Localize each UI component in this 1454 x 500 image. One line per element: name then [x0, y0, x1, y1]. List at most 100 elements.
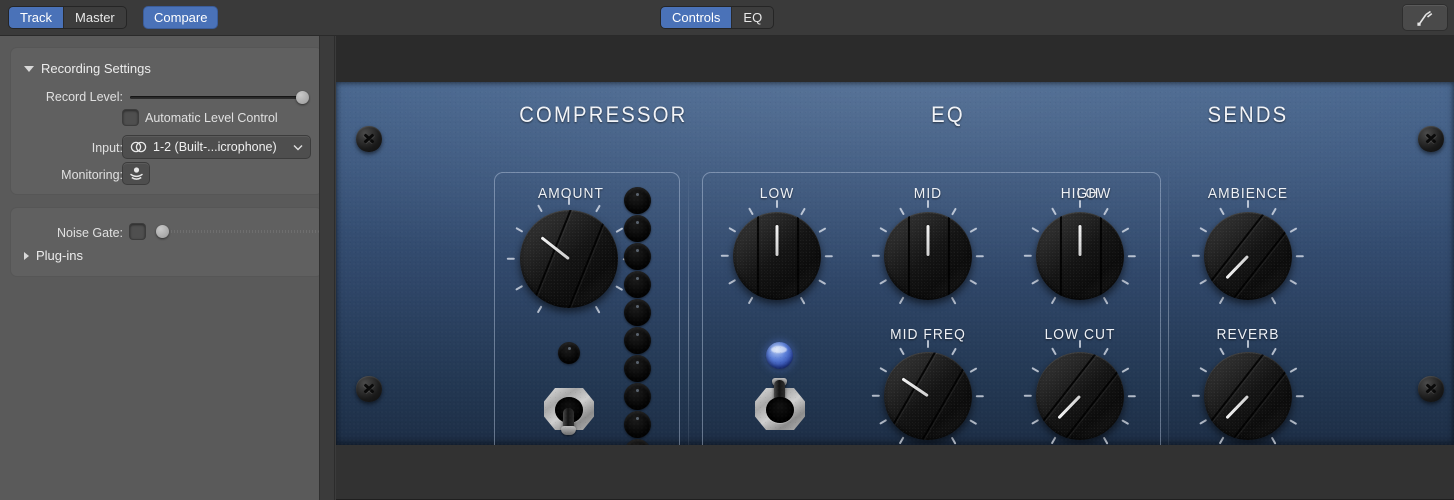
knob-tick — [1247, 200, 1249, 208]
knob-tick — [1079, 340, 1081, 348]
knob-reverb[interactable] — [1192, 340, 1304, 445]
compressor-indicator-led — [558, 342, 580, 364]
knob-mid[interactable] — [872, 200, 984, 305]
knob-amount[interactable] — [507, 197, 631, 314]
disclosure-triangle-icon[interactable] — [24, 65, 34, 72]
knob-tick — [1128, 255, 1136, 257]
noise-gate-checkbox[interactable] — [130, 224, 145, 239]
knob-pointer-high — [1078, 225, 1082, 256]
automatic-level-control-label: Automatic Level Control — [145, 111, 278, 125]
knob-pointer-mid — [926, 225, 930, 256]
screw-top-left — [356, 126, 382, 152]
knob-tick — [1024, 395, 1032, 397]
knob-tick — [976, 395, 984, 397]
compressor-power-toggle[interactable] — [540, 378, 598, 435]
monitoring-speaker-icon — [129, 167, 143, 180]
meter-led — [624, 383, 651, 410]
recording-settings-title: Recording Settings — [41, 61, 151, 76]
knob-pointer-low — [775, 225, 779, 256]
knob-tick — [872, 255, 880, 257]
meter-led — [624, 187, 651, 214]
tab-eq[interactable]: EQ — [732, 7, 774, 28]
knob-tick — [1192, 255, 1200, 257]
section-title-sends: SENDS — [1207, 102, 1289, 127]
noise-gate-slider-knob[interactable] — [156, 225, 169, 238]
eq-power-toggle[interactable] — [751, 378, 809, 432]
rack-bottom-shadow — [336, 445, 1454, 500]
toggle-tip — [561, 426, 576, 435]
meter-led — [624, 299, 651, 326]
input-label: Input: — [91, 141, 123, 155]
sidebar-scrollbar[interactable] — [319, 36, 334, 500]
knob-body-mid-freq[interactable] — [884, 352, 972, 440]
toggle-hole — [766, 397, 794, 423]
record-level-label: Record Level: — [45, 90, 123, 104]
automatic-level-control-checkbox[interactable] — [123, 110, 138, 125]
knob-high[interactable] — [1024, 200, 1136, 305]
recording-settings-panel: Recording Settings Record Level: Automat… — [11, 48, 322, 194]
noise-gate-label: Noise Gate: — [56, 226, 123, 240]
noise-gate-slider[interactable] — [159, 230, 319, 233]
tuning-fork-icon — [1417, 10, 1433, 26]
knob-low[interactable] — [721, 200, 833, 305]
record-level-slider[interactable] — [130, 96, 309, 99]
meter-led — [624, 243, 651, 270]
plugins-title: Plug-ins — [36, 248, 83, 263]
knob-tick — [1247, 340, 1249, 348]
knob-tick — [1128, 395, 1136, 397]
plugins-header[interactable]: Plug-ins — [24, 248, 83, 263]
knob-ambience[interactable] — [1192, 200, 1304, 305]
knob-tick — [721, 255, 729, 257]
knob-tick — [1024, 255, 1032, 257]
input-value: 1-2 (Built-...icrophone) — [153, 140, 277, 154]
noise-gate-panel: Noise Gate: Plug-ins — [11, 208, 322, 276]
rack-top-shadow — [336, 36, 1454, 82]
eq-indicator-led — [766, 342, 793, 369]
input-dropdown[interactable]: 1-2 (Built-...icrophone) — [123, 136, 310, 158]
knob-body-amount[interactable] — [520, 210, 618, 308]
screw-bottom-right — [1418, 376, 1444, 402]
recording-settings-header[interactable]: Recording Settings — [24, 61, 151, 76]
meter-led — [624, 411, 651, 438]
controls-eq-segmented-control[interactable]: Controls EQ — [661, 7, 774, 28]
meter-led — [624, 271, 651, 298]
panel-divider-right — [1168, 162, 1169, 482]
disclosure-triangle-icon[interactable] — [24, 251, 29, 260]
tab-controls[interactable]: Controls — [661, 7, 733, 28]
meter-led — [624, 327, 651, 354]
track-master-segmented-control[interactable]: Track Master — [9, 7, 126, 28]
meter-led — [624, 215, 651, 242]
screw-bottom-left — [356, 376, 382, 402]
knob-label-amount: AMOUNT — [538, 186, 604, 202]
amp-front-panel: COMPRESSOR AMOUNT EQ LOW LOW MID HIGH MI… — [336, 82, 1454, 482]
monitoring-label: Monitoring: — [61, 168, 123, 182]
knob-label-low-dup: LOW — [759, 186, 795, 202]
tuner-button[interactable] — [1403, 5, 1447, 30]
amp-rack-area: COMPRESSOR AMOUNT EQ LOW LOW MID HIGH MI… — [336, 36, 1454, 500]
record-level-slider-knob[interactable] — [296, 91, 309, 104]
section-title-eq: EQ — [931, 102, 965, 127]
knob-tick — [927, 340, 929, 348]
compressor-level-meter — [624, 187, 654, 467]
meter-led — [624, 355, 651, 382]
compare-button[interactable]: Compare — [144, 7, 218, 28]
knob-tick — [825, 255, 833, 257]
knob-label-high: HIGH — [1060, 186, 1100, 202]
knob-low-cut[interactable] — [1024, 340, 1136, 445]
chevron-down-icon — [293, 144, 303, 150]
knob-tick — [1296, 395, 1304, 397]
monitoring-button[interactable] — [123, 163, 149, 184]
tab-track[interactable]: Track — [9, 7, 65, 28]
knob-tick — [976, 255, 984, 257]
top-toolbar: Track Master Compare Controls EQ — [0, 0, 1454, 36]
knob-tick — [568, 197, 570, 205]
knob-mid-freq[interactable] — [872, 340, 984, 445]
tab-master[interactable]: Master — [64, 7, 126, 28]
screw-top-right — [1418, 126, 1444, 152]
section-title-compressor: COMPRESSOR — [519, 102, 688, 127]
knob-label-mid: MID — [913, 186, 943, 202]
panel-divider-left — [688, 162, 689, 482]
knob-tick — [507, 258, 515, 260]
knob-tick — [1296, 255, 1304, 257]
knob-tick — [1192, 395, 1200, 397]
